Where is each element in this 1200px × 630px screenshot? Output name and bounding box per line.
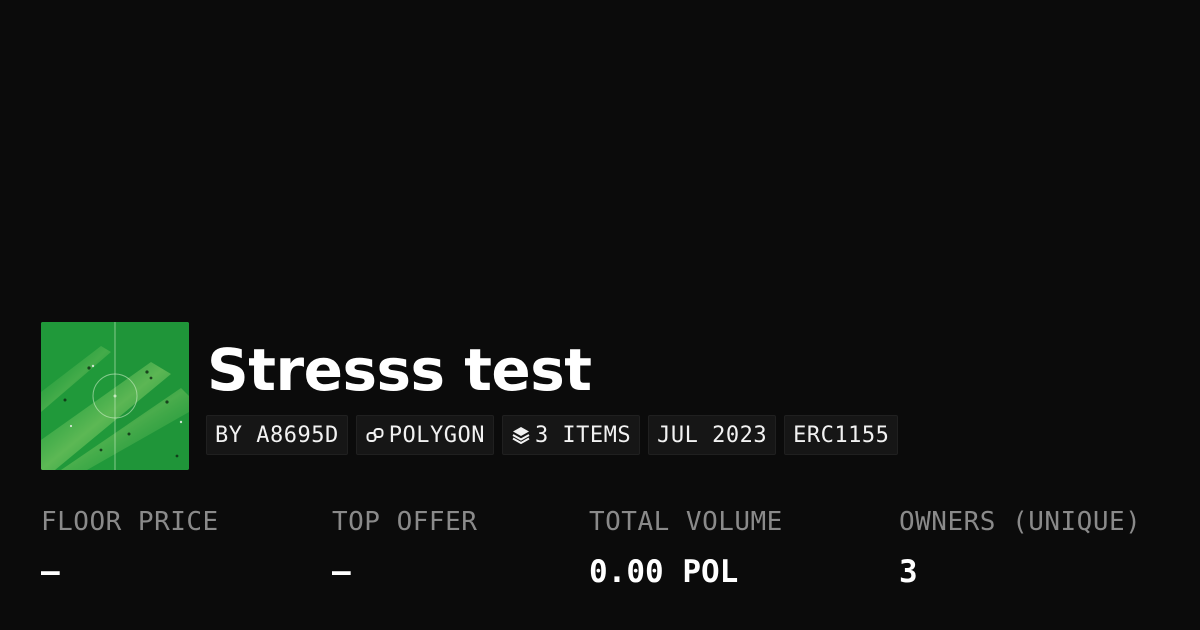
standard-label: ERC1155 — [793, 422, 890, 448]
total-volume-value: 0.00 POL — [589, 554, 739, 590]
collection-title: Stresss test — [207, 336, 592, 404]
collection-tags: BY A8695D POLYGON 3 ITEMS JUL 2023 ERC11… — [206, 415, 899, 455]
collection-stats: FLOOR PRICE – TOP OFFER – TOTAL VOLUME 0… — [0, 500, 1200, 610]
top-offer-label: TOP OFFER — [332, 507, 478, 537]
standard-tag: ERC1155 — [784, 415, 899, 455]
link-icon — [365, 425, 385, 445]
collection-card: Stresss test BY A8695D POLYGON 3 ITEMS J… — [0, 0, 1200, 630]
chain-tag[interactable]: POLYGON — [355, 415, 494, 455]
owners-label: OWNERS (UNIQUE) — [899, 507, 1142, 537]
top-offer-stat: TOP OFFER – — [332, 500, 477, 600]
total-volume-stat: TOTAL VOLUME 0.00 POL — [589, 500, 783, 600]
total-volume-label: TOTAL VOLUME — [589, 507, 783, 537]
floor-price-value: – — [41, 554, 60, 590]
layers-icon — [511, 425, 531, 445]
date-label: JUL 2023 — [657, 422, 768, 448]
date-tag: JUL 2023 — [648, 415, 777, 455]
creator-tag[interactable]: BY A8695D — [206, 415, 348, 455]
floor-price-label: FLOOR PRICE — [41, 507, 219, 537]
collection-thumbnail — [41, 322, 189, 470]
creator-label: BY A8695D — [215, 422, 339, 448]
owners-value: 3 — [899, 554, 918, 590]
owners-stat: OWNERS (UNIQUE) 3 — [899, 500, 1141, 600]
top-offer-value: – — [332, 554, 351, 590]
floor-price-stat: FLOOR PRICE – — [41, 500, 219, 600]
items-tag[interactable]: 3 ITEMS — [501, 415, 641, 455]
items-label: 3 ITEMS — [534, 422, 632, 448]
soccer-field-image — [41, 322, 189, 470]
chain-label: POLYGON — [388, 422, 485, 448]
